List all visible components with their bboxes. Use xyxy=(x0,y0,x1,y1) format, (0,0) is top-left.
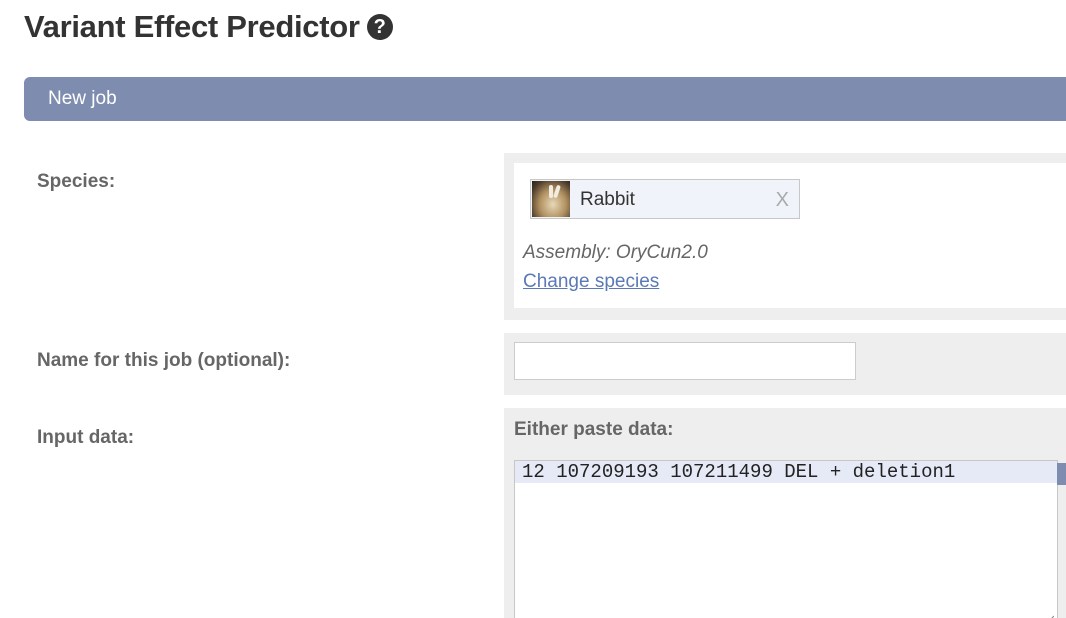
question-circle-icon[interactable]: ? xyxy=(366,14,393,40)
page-title: Variant Effect Predictor ? xyxy=(24,9,393,45)
input-data-field: Either paste data: 12 107209193 10721149… xyxy=(504,408,1066,618)
vep-form-page: Variant Effect Predictor ? New job Speci… xyxy=(0,0,1066,618)
species-field: Rabbit X Assembly: OryCun2.0 Change spec… xyxy=(504,153,1066,320)
paste-data-line: 12 107209193 107211499 DEL + deletion1 xyxy=(515,461,1057,483)
job-name-input[interactable] xyxy=(514,342,856,380)
page-title-text: Variant Effect Predictor xyxy=(24,9,360,44)
species-label: Species: xyxy=(37,171,116,192)
new-job-header-label: New job xyxy=(48,88,117,109)
rabbit-thumbnail-icon xyxy=(532,181,570,217)
job-name-label: Name for this job (optional): xyxy=(37,350,291,371)
species-name: Rabbit xyxy=(580,189,635,210)
paste-data-textarea[interactable]: 12 107209193 107211499 DEL + deletion1 xyxy=(514,460,1058,618)
new-job-header: New job xyxy=(24,77,1066,121)
job-name-field xyxy=(504,333,1066,395)
remove-species-icon[interactable]: X xyxy=(776,189,789,212)
species-panel: Rabbit X Assembly: OryCun2.0 Change spec… xyxy=(514,163,1066,308)
paste-data-label: Either paste data: xyxy=(514,419,674,440)
change-species-link[interactable]: Change species xyxy=(523,271,659,293)
assembly-info: Assembly: OryCun2.0 xyxy=(523,242,708,263)
species-chip[interactable]: Rabbit X xyxy=(530,179,800,219)
scrollbar-thumb[interactable] xyxy=(1057,463,1066,485)
input-data-label: Input data: xyxy=(37,427,135,448)
